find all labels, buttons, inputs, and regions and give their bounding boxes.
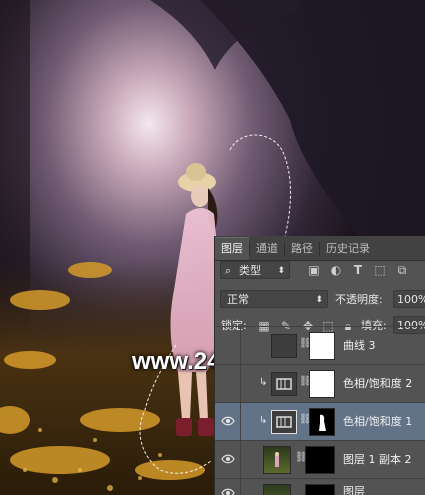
layers-panel: 图层 通道 路径 历史记录 ⌕ 类型 ⬍ ▣ ◐ T ⬚ ⧉ 正常 ⬍ 不透明度… [214,236,425,495]
search-icon: ⌕ [225,264,232,277]
spinner-icon: ⬍ [315,295,323,305]
layer-row[interactable]: ↳ ⛓ 色相/饱和度 2 [215,364,425,402]
blend-mode-value: 正常 [227,293,249,306]
spinner-icon: ⬍ [277,266,285,276]
layer-mask-thumbnail [309,370,335,398]
layer-mask-thumbnail [305,484,335,495]
layer-row[interactable]: 图层 [215,478,425,495]
layer-name[interactable]: 图层 [343,483,365,495]
pixel-filter-icon[interactable]: ▣ [307,263,321,277]
hue-saturation-icon [271,410,297,434]
blend-mode-select[interactable]: 正常 ⬍ [220,290,328,308]
layer-thumbnail [263,446,291,474]
clipping-arrow-icon: ↳ [259,377,268,388]
clipping-arrow-icon: ↳ [259,415,268,426]
tab-channels[interactable]: 通道 [250,238,284,260]
layer-row-selected[interactable]: ↳ ⛓ 色相/饱和度 1 [215,402,425,440]
adjustment-thumbnail [271,334,297,358]
layer-name[interactable]: 色相/饱和度 1 [343,413,412,429]
blend-row: 正常 ⬍ 不透明度: 100% [215,290,425,314]
tab-layers[interactable]: 图层 [215,237,249,260]
layer-mask-thumbnail [309,332,335,360]
layer-thumbnail [263,484,291,495]
filter-row: ⌕ 类型 ⬍ ▣ ◐ T ⬚ ⧉ [215,261,425,289]
tab-paths[interactable]: 路径 [285,238,319,260]
filter-kind-select[interactable]: ⌕ 类型 ⬍ [220,261,290,279]
layer-name[interactable]: 图层 1 副本 2 [343,451,412,467]
layer-name[interactable]: 色相/饱和度 2 [343,375,412,391]
layer-row[interactable]: ⛓ 图层 1 副本 2 [215,440,425,478]
layer-mask-thumbnail [309,408,335,436]
hue-saturation-icon [271,372,297,396]
layer-name[interactable]: 曲线 3 [343,337,376,353]
layer-mask-thumbnail [305,446,335,474]
opacity-label: 不透明度: [335,293,383,306]
smart-object-filter-icon[interactable]: ⧉ [395,263,409,277]
eye-icon[interactable] [221,453,235,465]
shape-filter-icon[interactable]: ⬚ [373,263,387,277]
eye-icon[interactable] [221,415,235,427]
adjustment-filter-icon[interactable]: ◐ [329,263,343,277]
opacity-input[interactable]: 100% [393,290,425,308]
filter-kind-label: 类型 [239,264,261,277]
layer-row[interactable]: ⛓ 曲线 3 [215,326,425,364]
eye-icon[interactable] [221,487,235,495]
type-filter-icon[interactable]: T [351,263,365,277]
tab-history[interactable]: 历史记录 [320,238,376,260]
panel-tabs: 图层 通道 路径 历史记录 [215,236,425,261]
opacity-value: 100% [397,293,425,306]
